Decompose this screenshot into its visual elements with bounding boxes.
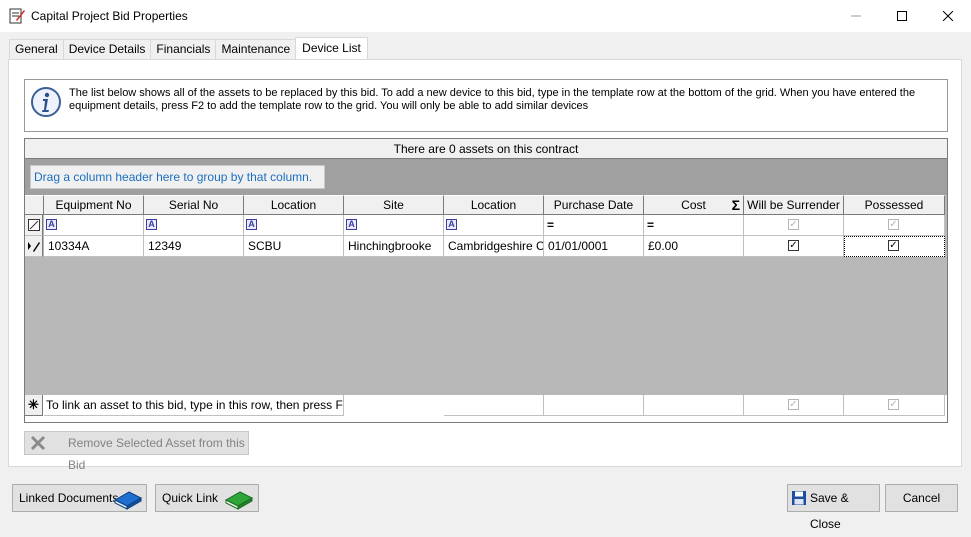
column-header-location[interactable]: Location bbox=[244, 195, 344, 215]
column-header-cost-label: Cost bbox=[681, 198, 706, 212]
x-icon bbox=[30, 435, 46, 451]
cell-possessed[interactable]: ✓ bbox=[844, 236, 945, 257]
edit-row-pencil-icon bbox=[27, 242, 40, 252]
row-indicator[interactable] bbox=[25, 236, 43, 257]
cell-site[interactable]: Hinchingbrooke bbox=[344, 236, 444, 257]
filter-operator-equals[interactable]: = bbox=[547, 218, 554, 232]
column-header-location-2[interactable]: Location bbox=[444, 195, 544, 215]
floppy-disk-icon bbox=[792, 491, 806, 505]
new-row-indicator: ✳ bbox=[25, 395, 43, 416]
blue-book-icon bbox=[113, 491, 143, 510]
cell-serial-no[interactable]: 12349 bbox=[144, 236, 244, 257]
filter-operator-icon[interactable]: A bbox=[146, 219, 157, 231]
title-bar: Capital Project Bid Properties bbox=[0, 0, 971, 32]
sum-icon[interactable]: Σ bbox=[732, 196, 740, 214]
asterisk-icon: ✳ bbox=[28, 397, 39, 412]
filter-equipment-no[interactable]: A bbox=[44, 215, 144, 236]
template-cell-purchase-date[interactable] bbox=[544, 395, 644, 416]
group-by-hint: Drag a column header here to group by th… bbox=[30, 165, 325, 189]
column-header-possessed[interactable]: Possessed bbox=[844, 195, 945, 215]
column-header-purchase-date[interactable]: Purchase Date bbox=[544, 195, 644, 215]
cancel-label: Cancel bbox=[902, 491, 941, 505]
quick-link-button[interactable]: Quick Link bbox=[155, 484, 259, 512]
remove-asset-label: Remove Selected Asset from this Bid bbox=[68, 436, 245, 472]
template-row[interactable]: ✳ To link an asset to this bid, type in … bbox=[25, 395, 947, 422]
template-cell-cost[interactable] bbox=[644, 395, 744, 416]
linked-documents-button[interactable]: Linked Documents bbox=[12, 484, 147, 512]
filter-operator-equals[interactable]: = bbox=[647, 218, 654, 232]
template-cell-will-be-surrender[interactable]: ✓ bbox=[744, 395, 844, 416]
column-header-cost[interactable]: Cost Σ bbox=[644, 195, 744, 215]
cell-purchase-date[interactable]: 01/01/0001 bbox=[544, 236, 644, 257]
tab-device-list[interactable]: Device List bbox=[295, 37, 368, 59]
close-button[interactable] bbox=[925, 0, 971, 32]
filter-site[interactable]: A bbox=[344, 215, 444, 236]
grid-body[interactable]: Equipment No Serial No Location Site Loc… bbox=[25, 195, 947, 395]
info-text: The list below shows all of the assets t… bbox=[69, 87, 916, 112]
maximize-button[interactable] bbox=[879, 0, 925, 32]
device-list-panel: The list below shows all of the assets t… bbox=[8, 59, 962, 472]
checkbox[interactable]: ✓ bbox=[888, 219, 899, 230]
template-row-prompt[interactable]: To link an asset to this bid, type in th… bbox=[44, 395, 344, 416]
close-icon bbox=[943, 11, 953, 21]
filter-row-indicator[interactable] bbox=[25, 215, 43, 236]
filter-serial-no[interactable]: A bbox=[144, 215, 244, 236]
info-icon bbox=[31, 87, 61, 117]
cell-location-2[interactable]: Cambridgeshire C bbox=[444, 236, 544, 257]
edit-document-icon bbox=[9, 8, 25, 24]
minimize-icon bbox=[851, 15, 861, 17]
linked-documents-label: Linked Documents bbox=[19, 491, 119, 505]
minimize-button[interactable] bbox=[833, 0, 879, 32]
filter-cost[interactable]: = bbox=[644, 215, 744, 236]
template-cell-possessed[interactable]: ✓ bbox=[844, 395, 945, 416]
filter-location-2[interactable]: A bbox=[444, 215, 544, 236]
filter-operator-icon[interactable]: A bbox=[246, 219, 257, 231]
tab-financials[interactable]: Financials bbox=[150, 39, 217, 59]
save-close-label: Save & Close bbox=[810, 491, 849, 531]
column-header-site[interactable]: Site bbox=[344, 195, 444, 215]
save-close-button[interactable]: Save & Close bbox=[787, 484, 880, 531]
filter-will-be-surrender[interactable]: ✓ bbox=[744, 215, 844, 236]
filter-possessed[interactable]: ✓ bbox=[844, 215, 945, 236]
grid-caption: There are 0 assets on this contract bbox=[25, 139, 947, 159]
quick-link-label: Quick Link bbox=[162, 491, 219, 505]
checkbox-checked[interactable]: ✓ bbox=[888, 240, 899, 251]
checkbox[interactable]: ✓ bbox=[888, 399, 899, 410]
header-corner bbox=[25, 195, 44, 215]
checkbox-checked[interactable]: ✓ bbox=[788, 240, 799, 251]
column-header-will-be-surrender[interactable]: Will be Surrender bbox=[744, 195, 844, 215]
filter-location[interactable]: A bbox=[244, 215, 344, 236]
device-grid: There are 0 assets on this contract Drag… bbox=[24, 138, 948, 423]
checkbox[interactable]: ✓ bbox=[788, 219, 799, 230]
green-book-icon bbox=[224, 491, 254, 510]
checkbox[interactable]: ✓ bbox=[788, 399, 799, 410]
cancel-button[interactable]: Cancel bbox=[885, 484, 958, 512]
cell-will-be-surrender[interactable]: ✓ bbox=[744, 236, 844, 257]
filter-clear-icon bbox=[27, 219, 40, 231]
remove-asset-button[interactable]: Remove Selected Asset from this Bid bbox=[24, 431, 249, 472]
filter-operator-icon[interactable]: A bbox=[346, 219, 357, 231]
template-cell-location-2[interactable] bbox=[444, 395, 544, 416]
maximize-icon bbox=[897, 11, 907, 21]
info-box: The list below shows all of the assets t… bbox=[24, 79, 948, 132]
cell-location[interactable]: SCBU bbox=[244, 236, 344, 257]
tab-maintenance[interactable]: Maintenance bbox=[215, 39, 297, 59]
cell-cost[interactable]: £0.00 bbox=[644, 236, 744, 257]
column-header-serial-no[interactable]: Serial No bbox=[144, 195, 244, 215]
column-header-equipment-no[interactable]: Equipment No bbox=[44, 195, 144, 215]
filter-purchase-date[interactable]: = bbox=[544, 215, 644, 236]
filter-operator-icon[interactable]: A bbox=[446, 219, 457, 231]
group-by-area[interactable]: Drag a column header here to group by th… bbox=[25, 159, 947, 195]
tab-general[interactable]: General bbox=[9, 39, 64, 59]
tab-device-details[interactable]: Device Details bbox=[62, 39, 152, 59]
cell-equipment-no[interactable]: 10334A bbox=[44, 236, 144, 257]
window-title: Capital Project Bid Properties bbox=[31, 9, 188, 23]
filter-operator-icon[interactable]: A bbox=[46, 219, 57, 231]
tab-strip: General Device Details Financials Mainte… bbox=[9, 37, 368, 59]
